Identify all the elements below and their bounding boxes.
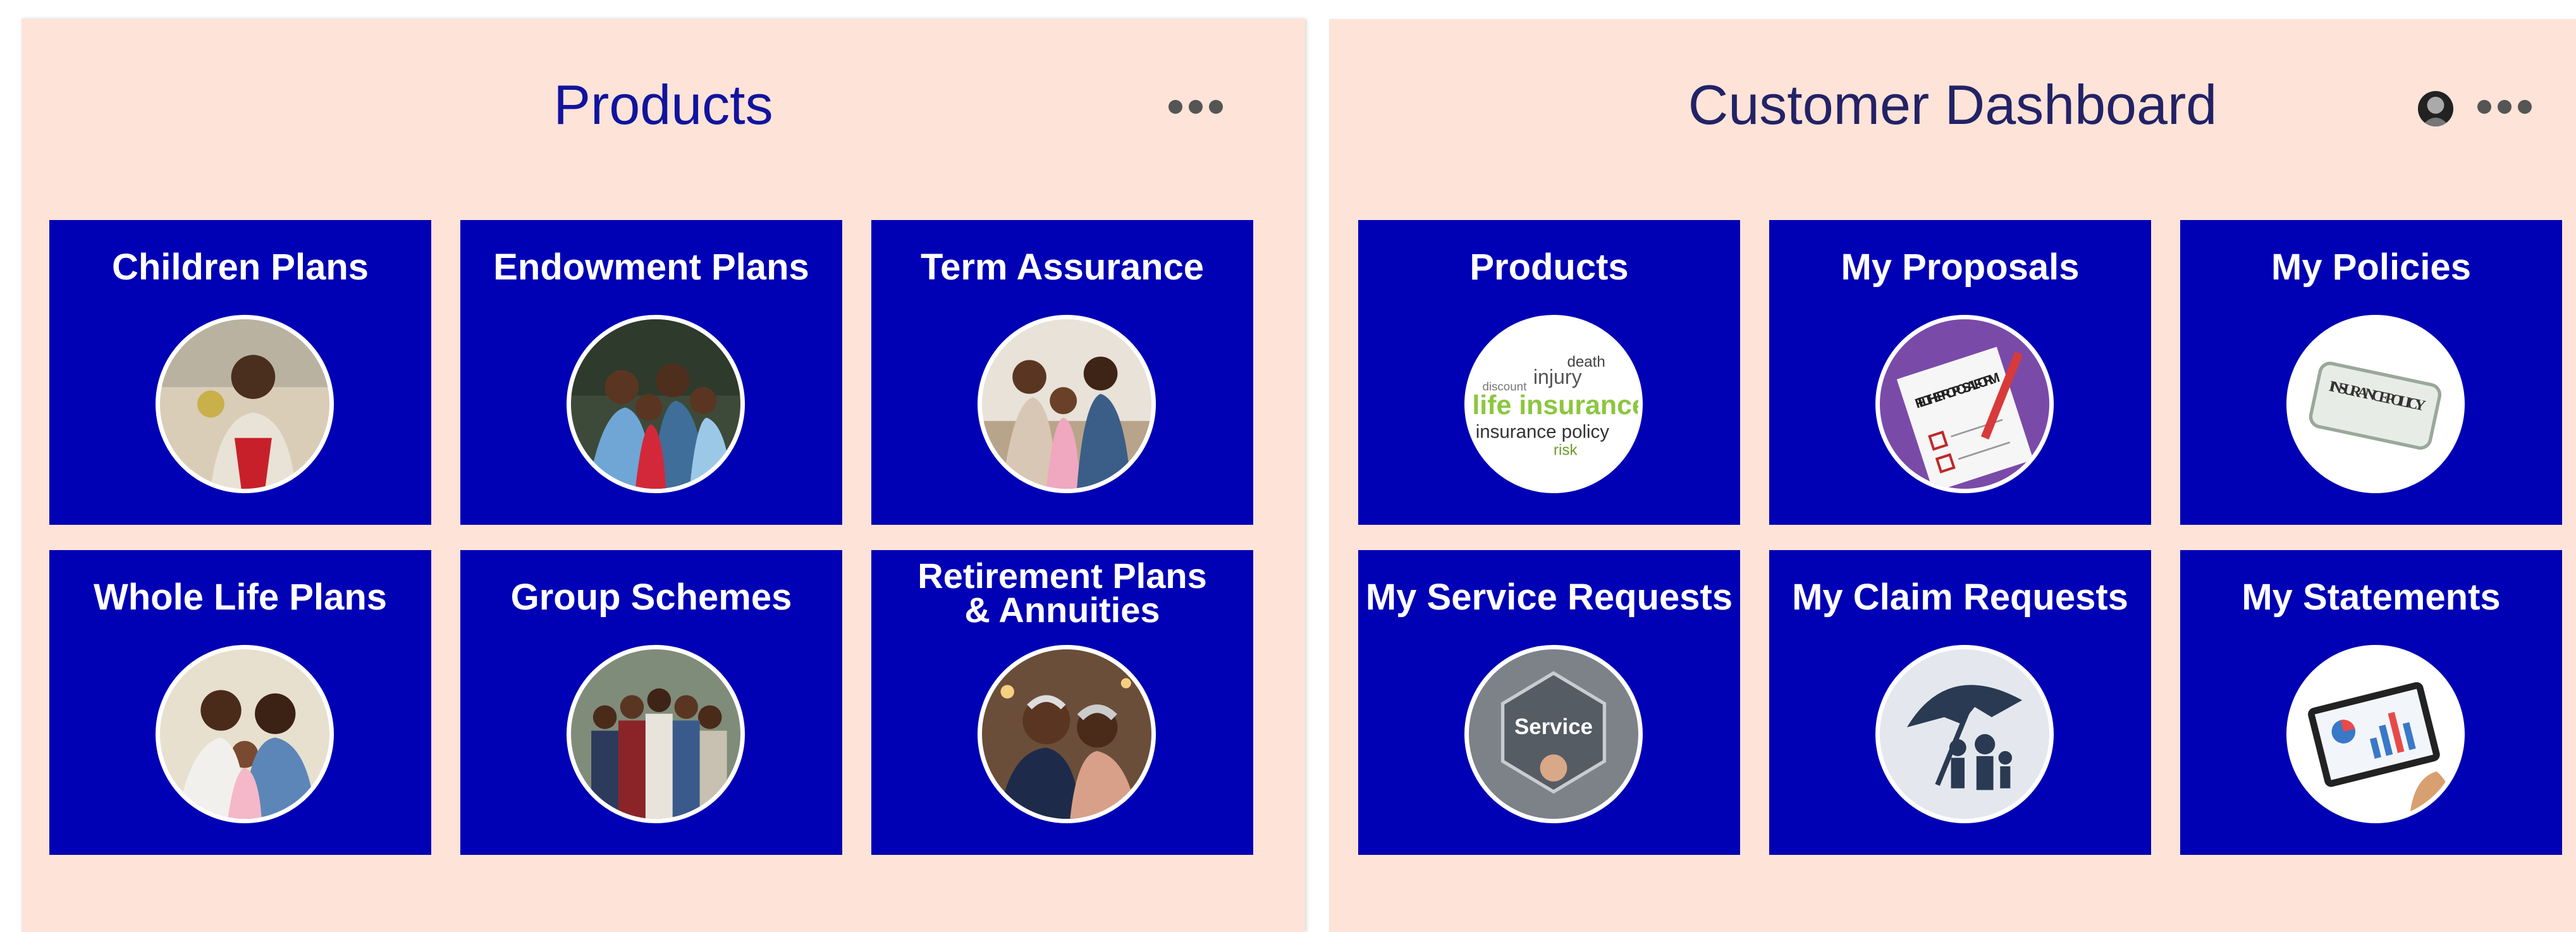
- avatar[interactable]: [2418, 91, 2453, 126]
- family-couch-photo-icon: [978, 315, 1156, 493]
- tile-label-line-1: Retirement Plans: [917, 556, 1207, 596]
- tile-label: My Service Requests: [1365, 577, 1733, 618]
- family-baby-photo-icon: [156, 645, 334, 823]
- tile-term-assurance[interactable]: Term Assurance: [871, 220, 1253, 525]
- tile-label: Retirement Plans & Annuities: [871, 556, 1253, 630]
- word-risk: risk: [1554, 441, 1578, 458]
- tile-endowment-plans[interactable]: Endowment Plans: [460, 220, 842, 525]
- insurance-policy-scroll-icon: INSURANCE POLICY: [2286, 315, 2465, 493]
- tile-label: Group Schemes: [510, 577, 792, 618]
- customer-dashboard-panel: Customer Dashboard Products death injury…: [1329, 19, 2576, 932]
- tile-label-line-2: & Annuities: [964, 590, 1160, 630]
- tile-label: Term Assurance: [920, 247, 1205, 288]
- tile-my-service-requests[interactable]: My Service Requests Service: [1358, 550, 1740, 855]
- family-photo-icon: [567, 315, 745, 493]
- word-discount: discount: [1482, 380, 1527, 393]
- tile-label: My Policies: [2271, 247, 2471, 288]
- service-hexagon-icon: Service: [1464, 645, 1643, 823]
- tile-children-plans[interactable]: Children Plans: [49, 220, 431, 525]
- child-photo-icon: [156, 315, 334, 493]
- tile-label: My Statements: [2242, 577, 2501, 618]
- more-options-icon[interactable]: [1168, 100, 1223, 114]
- proposal-form-icon: FILL THE PROPOSAL FORM: [1875, 315, 2054, 493]
- tile-label: Whole Life Plans: [93, 577, 388, 618]
- elderly-couple-photo-icon: [978, 645, 1156, 823]
- tile-retirement-plans-annuities[interactable]: Retirement Plans & Annuities: [871, 550, 1253, 855]
- word-insurance-policy: insurance policy: [1476, 422, 1610, 443]
- tile-label: Children Plans: [111, 247, 369, 288]
- more-options-icon[interactable]: [2477, 100, 2532, 114]
- tile-my-policies[interactable]: My Policies INSURANCE POLICY: [2180, 220, 2562, 525]
- word-cloud-icon: death injury life insurance insurance po…: [1464, 315, 1643, 493]
- tile-label: My Proposals: [1841, 247, 2080, 288]
- tile-my-proposals[interactable]: My Proposals FILL THE PROPOSAL FORM: [1769, 220, 2151, 525]
- tile-label: Products: [1469, 247, 1629, 288]
- dashboard-panel-title: Customer Dashboard: [1688, 73, 2217, 136]
- umbrella-family-icon: [1875, 645, 2054, 823]
- tile-label: Endowment Plans: [493, 247, 809, 288]
- tile-group-schemes[interactable]: Group Schemes: [460, 550, 842, 855]
- products-panel-title: Products: [553, 73, 773, 136]
- word-life-insurance: life insurance: [1472, 390, 1638, 420]
- word-injury: injury: [1533, 365, 1583, 388]
- group-photo-icon: [567, 645, 745, 823]
- tile-label: My Claim Requests: [1792, 577, 2128, 618]
- tile-my-statements[interactable]: My Statements: [2180, 550, 2562, 855]
- tablet-chart-icon: [2286, 645, 2465, 823]
- tile-whole-life-plans[interactable]: Whole Life Plans: [49, 550, 431, 855]
- tile-my-claim-requests[interactable]: My Claim Requests: [1769, 550, 2151, 855]
- tile-products[interactable]: Products death injury life insurance ins…: [1358, 220, 1740, 525]
- products-panel: Products Children Plans Endowment Plans: [21, 19, 1305, 932]
- service-badge-text: Service: [1514, 714, 1593, 739]
